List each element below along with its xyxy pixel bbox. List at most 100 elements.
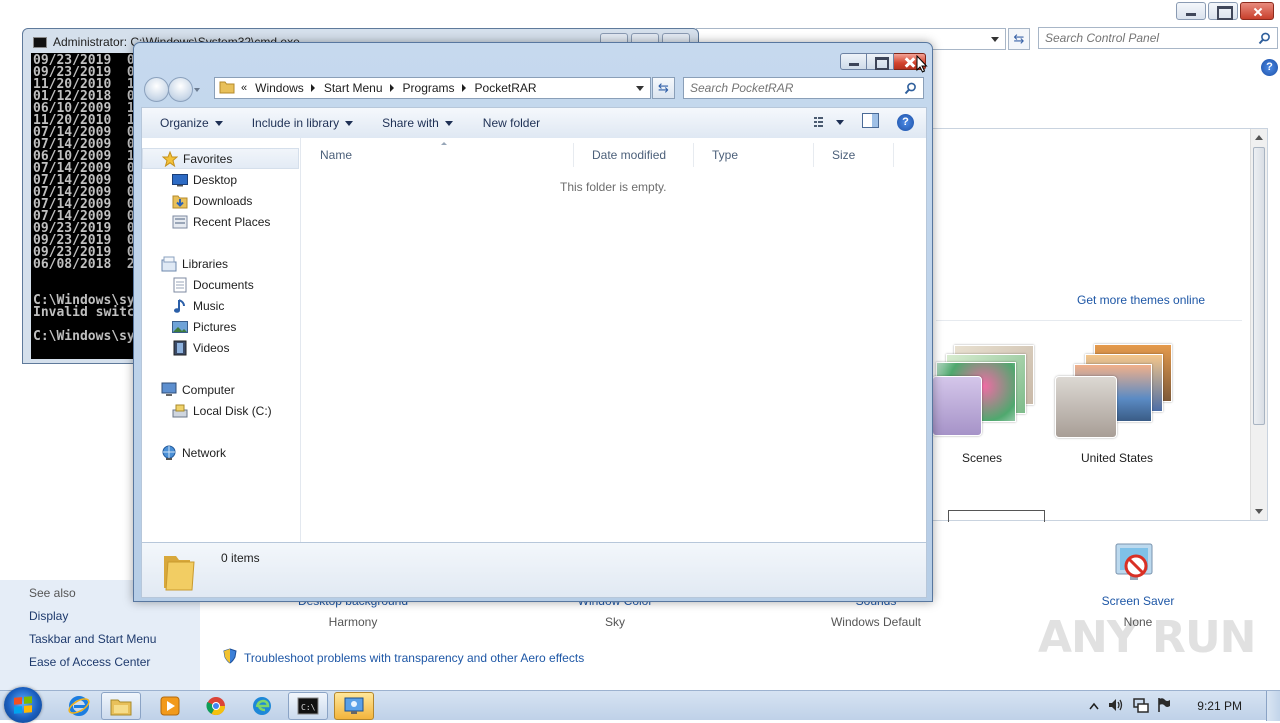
breadcrumb-programs[interactable]: Programs [403, 81, 455, 95]
maximize-button[interactable] [867, 53, 894, 70]
see-also-taskbar-link[interactable]: Taskbar and Start Menu [29, 632, 200, 646]
new-folder-button[interactable]: New folder [462, 116, 549, 130]
nav-downloads-label: Downloads [193, 193, 253, 208]
breadcrumb-start-menu[interactable]: Start Menu [324, 81, 383, 95]
nav-desktop[interactable]: Desktop [142, 169, 300, 190]
search-icon[interactable] [904, 82, 917, 98]
cp-search-input[interactable] [1039, 28, 1239, 48]
address-bar[interactable]: « Windows Start Menu Programs PocketRAR [214, 77, 651, 99]
nav-music[interactable]: Music [142, 295, 300, 316]
preview-pane-icon[interactable] [862, 113, 879, 131]
nav-videos[interactable]: Videos [142, 337, 300, 358]
cp-minimize-button[interactable] [1176, 2, 1206, 20]
breadcrumb-separator-icon[interactable] [461, 84, 466, 92]
control-panel-icon [344, 697, 364, 714]
nav-desktop-label: Desktop [193, 172, 238, 187]
organize-button[interactable]: Organize [142, 116, 232, 130]
nav-downloads[interactable]: Downloads [142, 190, 300, 211]
breadcrumb-separator-icon[interactable] [389, 84, 394, 92]
explorer-window[interactable]: « Windows Start Menu Programs PocketRAR … [133, 42, 933, 602]
screen-saver-icon[interactable] [1112, 540, 1160, 588]
cp-address-dropdown-icon[interactable] [991, 37, 999, 42]
videos-icon [172, 340, 188, 356]
folder-icon [160, 548, 200, 595]
explorer-body: Favorites Desktop Downloads Recent Place… [141, 138, 927, 543]
nav-network[interactable]: Network [142, 442, 300, 463]
scroll-up-icon[interactable] [1255, 135, 1263, 140]
themes-scrollbar[interactable] [1250, 129, 1267, 520]
taskbar-cmd[interactable]: C:\ [288, 692, 328, 720]
column-type[interactable]: Type [694, 143, 814, 167]
nav-recent-places-label: Recent Places [193, 214, 271, 229]
show-hidden-icons-icon[interactable] [1089, 699, 1099, 713]
search-box[interactable] [683, 77, 924, 99]
see-also-ease-of-access-link[interactable]: Ease of Access Center [29, 655, 200, 669]
column-name-label: Name [320, 148, 353, 162]
nav-local-disk[interactable]: Local Disk (C:) [142, 400, 300, 421]
search-icon[interactable] [1258, 32, 1271, 48]
column-date-modified[interactable]: Date modified [574, 143, 694, 167]
windows-explorer-icon [110, 699, 132, 716]
taskbar-media-player[interactable] [150, 692, 190, 720]
logo-red [14, 697, 22, 705]
scrollbar-thumb[interactable] [1253, 147, 1265, 425]
forward-button[interactable] [168, 77, 193, 102]
nav-computer[interactable]: Computer [142, 379, 300, 400]
include-in-library-button[interactable]: Include in library [232, 116, 362, 130]
internet-explorer-icon [68, 696, 90, 716]
theme-united-states[interactable]: United States [1052, 340, 1182, 465]
taskbar-internet-explorer[interactable] [59, 692, 99, 720]
cp-maximize-button[interactable] [1208, 2, 1238, 20]
us-thumbnail [1052, 340, 1182, 440]
see-also-display-link[interactable]: Display [29, 609, 200, 623]
network-tray-icon[interactable] [1133, 697, 1150, 716]
search-input[interactable] [684, 78, 894, 98]
theme-scenes[interactable]: Scenes [932, 340, 1034, 465]
breadcrumb-separator-icon[interactable] [310, 84, 315, 92]
breadcrumb-overflow[interactable]: « [241, 82, 247, 94]
windows-logo-icon [14, 696, 32, 714]
clock[interactable]: 9:21 PM [1197, 699, 1242, 713]
help-icon[interactable]: ? [897, 113, 914, 131]
address-dropdown-icon[interactable] [636, 86, 644, 91]
music-icon [172, 298, 188, 314]
breadcrumb-windows[interactable]: Windows [255, 81, 304, 95]
watermark: ANY RUN [1038, 612, 1256, 663]
scroll-down-icon[interactable] [1255, 509, 1263, 514]
nav-libraries[interactable]: Libraries [142, 253, 300, 274]
libraries-icon [161, 256, 177, 272]
volume-icon[interactable] [1107, 697, 1125, 716]
logo-blue [14, 706, 22, 714]
cp-help-icon[interactable]: ? [1261, 59, 1278, 76]
column-name[interactable]: Name [302, 142, 574, 167]
taskbar-windows-explorer[interactable] [101, 692, 141, 720]
back-button[interactable] [144, 77, 169, 102]
desktop-icon [172, 172, 188, 188]
taskbar-chrome[interactable] [196, 692, 236, 720]
troubleshoot-link-row[interactable]: Troubleshoot problems with transparency … [222, 648, 584, 667]
theme-label: Scenes [961, 451, 1003, 465]
screen-saver-link[interactable]: Screen Saver [1098, 594, 1178, 608]
recent-pages-button[interactable] [192, 77, 202, 102]
taskbar-edge[interactable] [242, 692, 282, 720]
share-with-button[interactable]: Share with [362, 116, 462, 130]
show-desktop-button[interactable] [1266, 691, 1280, 721]
cp-close-button[interactable] [1240, 2, 1274, 20]
taskbar-control-panel[interactable] [334, 692, 374, 720]
nav-pictures[interactable]: Pictures [142, 316, 300, 337]
nav-recent-places[interactable]: Recent Places [142, 211, 300, 232]
get-more-themes-link[interactable]: Get more themes online [1077, 293, 1205, 307]
minimize-button[interactable] [840, 53, 867, 70]
cp-search-box[interactable] [1038, 27, 1278, 49]
nav-favorites[interactable]: Favorites [142, 148, 299, 169]
action-center-flag-icon[interactable] [1157, 697, 1171, 716]
view-options-button[interactable] [814, 116, 844, 128]
column-size[interactable]: Size [814, 143, 894, 167]
troubleshoot-link[interactable]: Troubleshoot problems with transparency … [244, 651, 584, 665]
start-button[interactable] [4, 687, 42, 723]
cp-refresh-button[interactable]: ⇆ [1008, 28, 1030, 50]
breadcrumb-pocketrar[interactable]: PocketRAR [475, 81, 537, 95]
nav-documents[interactable]: Documents [142, 274, 300, 295]
refresh-button[interactable]: ⇆ [652, 77, 675, 99]
